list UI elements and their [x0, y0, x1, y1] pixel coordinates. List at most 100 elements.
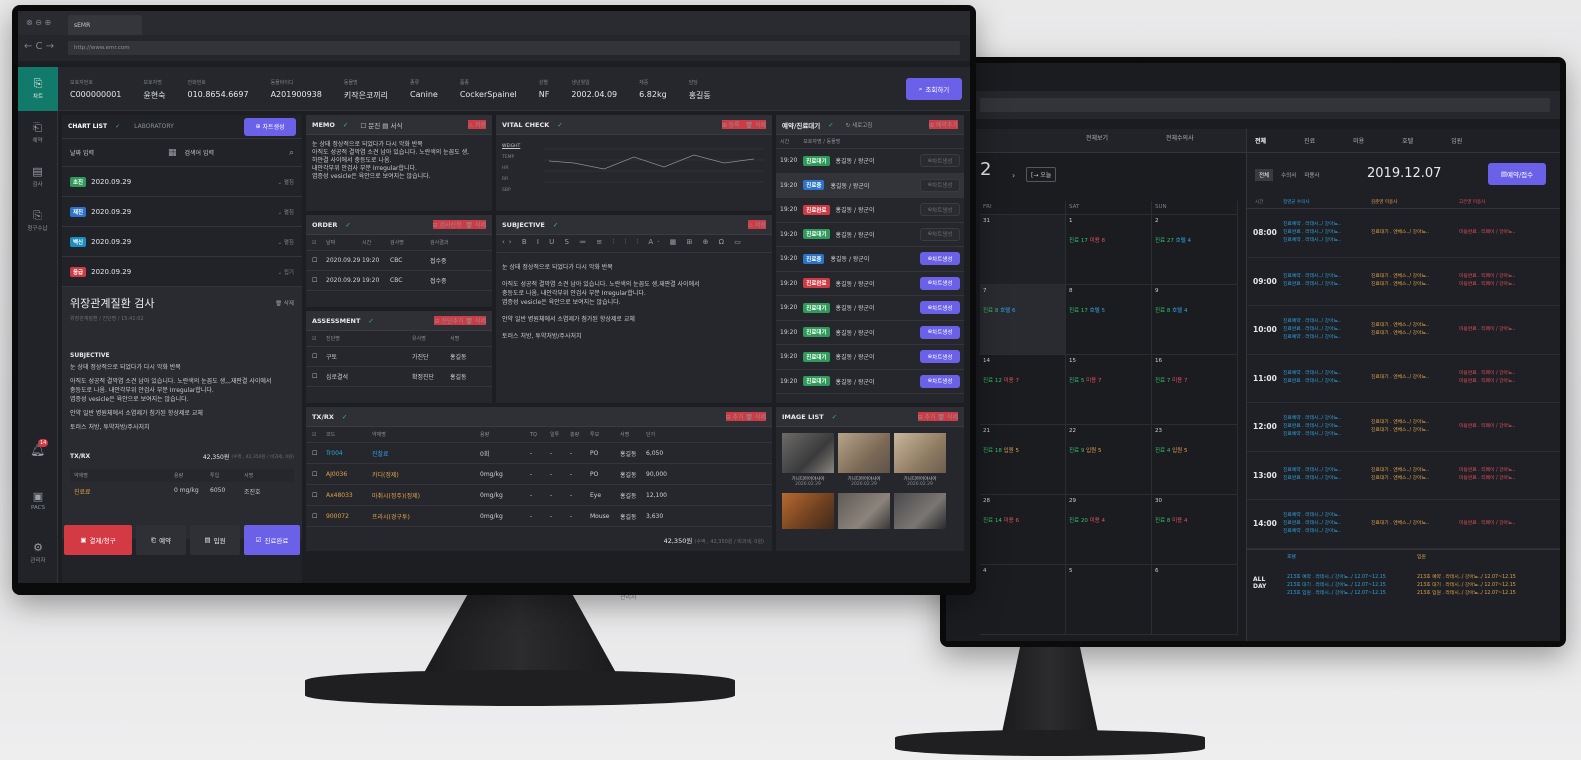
calendar-cell[interactable]: 22 진료 9 입원 5	[1066, 425, 1152, 495]
expand-toggle[interactable]: ⌄ 펼침	[278, 238, 294, 246]
waiting-row[interactable]: 19:20 진료대기 홍길동 / 왕군이 ⊕ 차트생성	[776, 345, 964, 370]
tab-clinic[interactable]: 진료	[1304, 136, 1315, 145]
url-field[interactable]: http://www.emr.com	[68, 41, 960, 55]
create-chart-button[interactable]: ⊕ 차트생성	[920, 252, 960, 266]
create-chart-button[interactable]: ⊕ 차트생성	[920, 203, 960, 217]
calendar-icon[interactable]: ▦	[168, 148, 177, 158]
table-row[interactable]: ☐ Ax48033 마취시(정주)(정제) 0mg/kg - - - Eye 홍길동 12,100	[306, 485, 772, 506]
schedule-entry[interactable]: 진료예약 . 라데시../ 강아뇨..	[1283, 467, 1371, 475]
add-reserve-button[interactable]: ⊞ 예약추가	[928, 120, 958, 129]
pay-button[interactable]: ▣ 결제/청구	[64, 525, 132, 555]
browser-tab[interactable]: sEMR	[68, 15, 142, 35]
create-chart-button[interactable]: ⊕ 차트생성	[920, 227, 960, 241]
waiting-row[interactable]: 19:20 진료대기 홍길동 / 왕군이 ⊕ 차트생성	[776, 223, 964, 247]
checkbox[interactable]: ☐	[312, 277, 326, 284]
create-chart-button[interactable]: ⊕ 차트생성	[920, 178, 960, 192]
create-chart-button[interactable]: ⊕ 차트생성	[920, 374, 960, 388]
waiting-row[interactable]: 19:20 진료중 홍길동 / 왕군이 ⊕ 차트생성	[776, 173, 964, 198]
image-actions[interactable]: ⊟ 추가 🗑 삭제	[917, 412, 958, 421]
txrx-actions[interactable]: ⊟ 추가 🗑 삭제	[725, 412, 766, 421]
chart-entry[interactable]: 초진 2020.09.29 ⌄ 펼침	[62, 167, 302, 197]
schedule-entry[interactable]: 진료예약 . 라데시../ 강아뇨..	[1283, 528, 1371, 536]
schedule-entry[interactable]: 진료완료 . 라데시../ 강아뇨..	[1283, 423, 1371, 431]
schedule-entry[interactable]: 진료대기 . 엔체스../ 강아뇨..	[1371, 475, 1459, 483]
sub-tab-vet[interactable]: 수의사	[1281, 169, 1296, 181]
checkbox[interactable]: ☐	[312, 373, 326, 380]
checkbox[interactable]: ☐	[312, 257, 326, 264]
create-chart-button[interactable]: ⊕ 차트생성	[920, 350, 960, 364]
checkbox[interactable]: ☐	[312, 353, 326, 360]
calendar-cell[interactable]: 30 진료 8 미용 4	[1152, 495, 1238, 565]
today-button[interactable]: [→ 오늘	[1026, 167, 1057, 182]
schedule-entry[interactable]: 미용완료 . 티페이 / 강아뇨..	[1459, 281, 1547, 289]
date-input[interactable]: 날짜 입력	[70, 148, 160, 157]
sidebar-item-admin[interactable]: ⚙ 관리자	[18, 531, 58, 575]
thumbnail[interactable]	[782, 493, 834, 529]
schedule-entry[interactable]: 진료예약 . 라데시../ 강아뇨..	[1283, 334, 1371, 342]
waiting-row[interactable]: 19:20 진료대기 홍길동 / 왕군이 ⊕ 차트생성	[776, 321, 964, 345]
checkbox[interactable]: ☑	[312, 336, 326, 342]
calendar-cell[interactable]: 15 진료 5 미용 7	[1066, 355, 1152, 425]
expand-toggle[interactable]: ⌄ 펼침	[278, 208, 294, 216]
calendar-cell[interactable]: 2 진료 27 호텔 4	[1152, 215, 1238, 285]
schedule-entry[interactable]: 진료대기 . 엔체스../ 강아뇨..	[1371, 467, 1459, 475]
search-input[interactable]: 검색어 입력	[185, 148, 281, 157]
waiting-row[interactable]: 19:20 진료완료 홍길동 / 왕군이 ⊕ 차트생성	[776, 272, 964, 296]
allday-line[interactable]: 213호 예약 . 라데시../ 강아뇨../ 12.07~12.15	[1287, 574, 1386, 582]
schedule-entry[interactable]: 미용완료 . 티페이 / 강아뇨..	[1459, 520, 1547, 528]
order-actions[interactable]: ⊟ 검사신청 🗑 삭제	[432, 220, 486, 229]
schedule-entry[interactable]: 미용완료 . 티페이 / 강아뇨..	[1459, 370, 1547, 378]
reserve-accept-button[interactable]: ▤ 예약/접수	[1488, 163, 1546, 185]
chart-entry[interactable]: 응급 2020.09.29 ⌄ 접기	[62, 257, 302, 287]
create-chart-button[interactable]: ⊕ 차트생성	[920, 276, 960, 290]
schedule-entry[interactable]: 진료완료 . 라데시../ 강아뇨..	[1283, 520, 1371, 528]
thumbnail[interactable]	[838, 493, 890, 529]
schedule-entry[interactable]: 진료대기 . 엔체스../ 강아뇨..	[1371, 322, 1459, 330]
schedule-entry[interactable]: 진료예약 . 라데시../ 강아뇨..	[1283, 221, 1371, 229]
chart-nav-icon[interactable]: ⎘ 차트	[18, 67, 58, 111]
checkbox[interactable]: ☐	[312, 492, 326, 499]
schedule-entry[interactable]: 진료예약 . 라데시../ 강아뇨..	[1283, 512, 1371, 520]
calendar-cell[interactable]: 21 진료 18 입원 5	[980, 425, 1066, 495]
allday-line[interactable]: 213호 대기 . 라데시../ 강아뇨../ 12.07~12.15	[1417, 582, 1516, 590]
thumbnail[interactable]	[838, 433, 890, 473]
schedule-entry[interactable]: 진료완료 . 라데시../ 강아뇨..	[1283, 378, 1371, 386]
checkbox[interactable]: ☑	[312, 240, 326, 246]
schedule-entry[interactable]: 미용완료 . 티페이 / 강아뇨..	[1459, 229, 1547, 237]
calendar-cell[interactable]: 16 진료 7 미용 7	[1152, 355, 1238, 425]
calendar-cell[interactable]: 29 진료 20 미용 4	[1066, 495, 1152, 565]
calendar-cell[interactable]: 9 진료 8 호텔 4	[1152, 285, 1238, 355]
editor-toolbar[interactable]: ‹› B I U S ≔ ≡ ⫶ ⫶ ⫶ A· ▦ ⊞ ⊕ Ω ▭	[496, 235, 772, 253]
sidebar-item-billing[interactable]: ⎘ 청구수납	[18, 199, 57, 243]
schedule-entry[interactable]: 미용완료 . 티페이 / 강아뇨..	[1459, 475, 1547, 483]
calendar-cell[interactable]: 14 진료 12 미용 7	[980, 355, 1066, 425]
checkbox[interactable]: ☑	[312, 432, 326, 438]
search-icon[interactable]: ⌕	[289, 148, 294, 158]
allday-line[interactable]: 213호 예약 . 라데시../ 강아뇨../ 12.07~12.15	[1417, 574, 1516, 582]
waiting-row[interactable]: 19:20 진료대기 홍길동 / 왕군이 ⊕ 차트생성	[776, 296, 964, 321]
create-chart-button[interactable]: ⊕ 차트생성	[920, 325, 960, 339]
delete-button[interactable]: 🗑 삭제	[275, 299, 294, 307]
vital-actions[interactable]: ⊞ 등록 🗑 삭제	[721, 120, 766, 129]
schedule-entry[interactable]: 진료대기 . 엔체스../ 강아뇨..	[1371, 229, 1459, 237]
tab-all[interactable]: 전체	[1255, 136, 1266, 145]
schedule-entry[interactable]: 진료대기 . 엔체스../ 강아뇨..	[1371, 374, 1459, 382]
schedule-entry[interactable]: 진료대기 . 엔체스../ 강아뇨..	[1371, 520, 1459, 528]
schedule-entry[interactable]: 진료예약 . 라데시../ 강아뇨..	[1283, 370, 1371, 378]
table-row[interactable]: ☐ AJ0036 카디(정제) 0mg/kg - - - PO 홍길동 90,000	[306, 464, 772, 485]
tab-hotel[interactable]: 호텔	[1402, 136, 1413, 145]
nav-icons[interactable]: ← C →	[24, 41, 54, 52]
tab-admit[interactable]: 입원	[1451, 136, 1462, 145]
tab-laboratory[interactable]: LABORATORY	[134, 123, 174, 130]
memo-option[interactable]: ☐ 문진 ▤ 서식	[360, 120, 402, 130]
refresh-button[interactable]: ↻ 새로고침	[846, 121, 873, 129]
thumbnail[interactable]	[782, 433, 834, 473]
calendar-cell[interactable]: 23 진료 4 입원 5	[1152, 425, 1238, 495]
schedule-entry[interactable]: 진료예약 . 라데시../ 강아뇨..	[1283, 415, 1371, 423]
filter-all-view[interactable]: 전체보기	[1086, 133, 1108, 142]
waiting-row[interactable]: 19:20 진료대기 홍길동 / 왕군이 ⊕ 차트생성	[776, 370, 964, 394]
calendar-cell[interactable]: 31	[980, 215, 1066, 285]
allday-line[interactable]: 213호 입원 . 라데시../ 강아뇨../ 12.07~12.15	[1417, 590, 1516, 598]
complete-button[interactable]: ☑ 진료완료	[244, 525, 300, 555]
create-chart-button[interactable]: ⊕ 차트생성	[920, 301, 960, 315]
